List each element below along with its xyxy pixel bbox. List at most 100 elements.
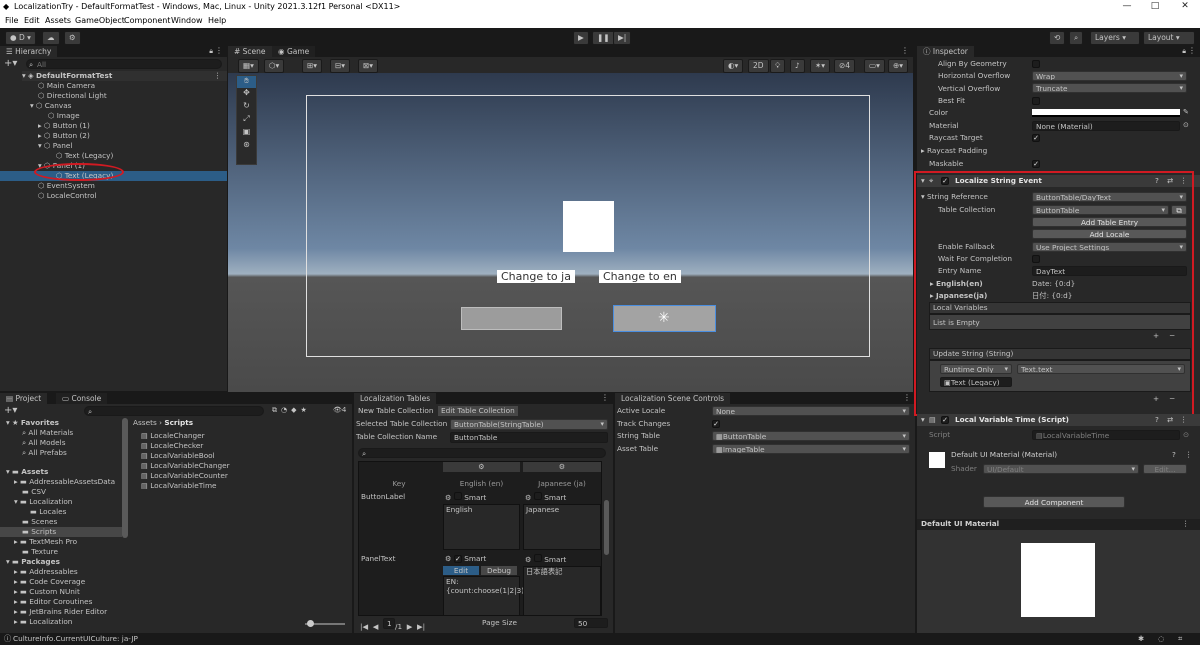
smart-checkbox[interactable] xyxy=(533,492,542,500)
camera-dropdown[interactable]: ▭▾ xyxy=(864,59,885,73)
folder-item[interactable]: ▸ ▬ TextMesh Pro xyxy=(14,537,77,547)
key-column-header[interactable]: Key xyxy=(359,479,439,489)
smart-checkbox[interactable] xyxy=(453,492,462,500)
ja-column-header[interactable]: Japanese (ja) xyxy=(523,479,601,489)
en-smart-toggle[interactable]: ⚙ Smart xyxy=(445,492,486,503)
preview-header[interactable]: Default UI Material ⋮ xyxy=(917,519,1200,530)
audio-toggle-icon[interactable]: ♪ xyxy=(790,59,805,73)
assets-header[interactable]: ▾ ▬ Assets xyxy=(6,467,48,477)
slider-thumb[interactable] xyxy=(307,620,314,627)
active-locale-dropdown[interactable]: None xyxy=(712,406,910,416)
increment-dropdown[interactable]: ⊠▾ xyxy=(358,59,379,73)
hierarchy-item-panel[interactable]: ▾ ⬡ Panel xyxy=(38,141,72,151)
favorite-item[interactable]: ⌕ All Models xyxy=(22,438,66,448)
first-page-icon[interactable]: |◀ xyxy=(360,622,368,631)
layout-dropdown[interactable]: Layout ▾ xyxy=(1143,31,1195,45)
table-name-input[interactable]: ButtonTable xyxy=(450,432,608,443)
icon-size-slider[interactable] xyxy=(305,620,345,627)
local-variable-time-header[interactable]: ▾ ▤ ✓ Local Variable Time (Script) ? ⇄ ⋮ xyxy=(917,414,1200,426)
transform-tool-icon[interactable]: ⊛ xyxy=(237,140,256,153)
tab-scene[interactable]: # Scene xyxy=(228,46,272,57)
selected-table-dropdown[interactable]: ButtonTable(StringTable) xyxy=(450,419,608,430)
table-scrollbar[interactable] xyxy=(604,500,609,555)
hierarchy-search-input[interactable]: ⌕ All xyxy=(26,59,222,69)
hierarchy-item-eventsystem[interactable]: ⬡ EventSystem xyxy=(38,181,95,191)
grid-dropdown[interactable]: ⊞▾ xyxy=(302,59,323,73)
rotate-tool-icon[interactable]: ↻ xyxy=(237,101,256,114)
filter-icons[interactable]: ⧉◔◆★ xyxy=(272,406,311,415)
script-file[interactable]: ▤ LocalVariableChanger xyxy=(141,461,230,471)
snap-dropdown[interactable]: ⊟▾ xyxy=(330,59,351,73)
tab-game[interactable]: ◉ Game xyxy=(272,46,316,57)
ja-smart-toggle[interactable]: ⚙ Smart xyxy=(525,492,566,503)
create-plus-icon[interactable]: +▾ xyxy=(4,405,17,416)
menu-edit[interactable]: Edit xyxy=(24,16,40,25)
string-table-dropdown[interactable]: ▦ButtonTable xyxy=(712,431,910,441)
en-cell[interactable]: English xyxy=(443,504,520,550)
script-file[interactable]: ▤ LocaleChanger xyxy=(141,431,205,441)
package-item[interactable]: ▸ ▬ Addressables xyxy=(14,567,78,577)
tab-inspector[interactable]: ⓘ Inspector xyxy=(917,46,974,57)
effects-dropdown[interactable]: ✶▾ xyxy=(810,59,831,73)
shading-dropdown[interactable]: ◐▾ xyxy=(723,59,744,73)
smart-checkbox[interactable] xyxy=(533,554,542,562)
layers-dropdown[interactable]: Layers ▾ xyxy=(1090,31,1140,45)
key-cell[interactable]: PanelText xyxy=(361,554,395,564)
scene-view[interactable]: ✋︎ ✥ ↻ ⤢ ▣ ⊛ Change to ja Change to en ✳ xyxy=(228,73,913,392)
pause-button[interactable]: ❚❚ xyxy=(592,31,615,45)
folder-item[interactable]: ▬ Locales xyxy=(30,507,66,517)
folder-item[interactable]: ▾ ▬ Localization xyxy=(14,497,72,507)
ja-cell[interactable]: Japanese xyxy=(523,504,601,550)
project-search-input[interactable]: ⌕ xyxy=(84,406,264,416)
bug-icon[interactable]: ✱ xyxy=(1138,634,1144,644)
hierarchy-item-image[interactable]: ⬡ Image xyxy=(48,111,80,121)
folder-item[interactable]: ▸ ▬ AddressableAssetsData xyxy=(14,477,115,487)
collab-icon[interactable]: ⚙ xyxy=(64,31,81,45)
hierarchy-item-main-camera[interactable]: ⬡ Main Camera xyxy=(38,81,95,91)
vertical-overflow-dropdown[interactable]: Truncate xyxy=(1032,83,1187,93)
folder-item[interactable]: ▬ Scenes xyxy=(22,517,57,527)
last-page-icon[interactable]: ▶| xyxy=(417,622,425,631)
track-changes-checkbox[interactable]: ✓ xyxy=(712,420,720,428)
add-component-button[interactable]: Add Component xyxy=(983,496,1125,508)
foldout-arrow-icon[interactable]: ▾ xyxy=(921,415,925,425)
package-item[interactable]: ▸ ▬ JetBrains Rider Editor xyxy=(14,607,107,617)
package-item[interactable]: ▸ ▬ Localization xyxy=(14,617,72,627)
mode-2d-toggle[interactable]: 2D xyxy=(748,59,769,73)
kebab-menu-icon[interactable]: ⋮ xyxy=(1185,450,1192,460)
account-dropdown[interactable]: ● D ▾ xyxy=(5,31,36,45)
hidden-packages-count[interactable]: 👁︎4 xyxy=(333,406,346,414)
kebab-menu-icon[interactable]: ⋮ xyxy=(215,46,223,55)
page-size-input[interactable]: 50 xyxy=(574,618,608,628)
hierarchy-item-scene[interactable]: ▾ ◈ DefaultFormatTest ⋮ xyxy=(22,71,227,81)
hierarchy-item-button-2[interactable]: ▸ ⬡ Button (2) xyxy=(38,131,90,141)
kebab-menu-icon[interactable]: ⋮ xyxy=(901,46,909,55)
script-file[interactable]: ▤ LocalVariableTime xyxy=(141,481,217,491)
selected-panel-element[interactable]: ✳ xyxy=(613,305,716,332)
menu-file[interactable]: File xyxy=(5,16,18,25)
step-button[interactable]: ▶| xyxy=(613,31,632,45)
best-fit-checkbox[interactable] xyxy=(1032,97,1040,105)
package-item[interactable]: ▸ ▬ Code Coverage xyxy=(14,577,85,587)
raycast-padding-foldout[interactable]: ▸ Raycast Padding xyxy=(921,146,987,156)
cloud-icon[interactable]: ☁ xyxy=(42,31,60,45)
folder-item[interactable]: ▬ Texture xyxy=(22,547,58,557)
network-icon[interactable]: ⌗ xyxy=(1178,634,1182,644)
material-field[interactable]: None (Material) xyxy=(1032,121,1180,131)
package-item[interactable]: ▸ ▬ Editor Coroutines xyxy=(14,597,92,607)
script-file[interactable]: ▤ LocalVariableCounter xyxy=(141,471,228,481)
edit-tab[interactable]: Edit xyxy=(443,566,479,575)
help-icon[interactable]: ? xyxy=(1172,450,1176,460)
hierarchy-item-localecontrol[interactable]: ⬡ LocaleControl xyxy=(38,191,96,201)
minimize-button[interactable]: — xyxy=(1120,1,1134,11)
lighting-toggle-icon[interactable]: 💡︎ xyxy=(770,59,786,73)
kebab-menu-icon[interactable]: ⋮ xyxy=(1182,519,1189,529)
hierarchy-item-canvas[interactable]: ▾ ⬡ Canvas xyxy=(30,101,71,111)
kebab-menu-icon[interactable]: ⋮ xyxy=(601,393,609,402)
scale-tool-icon[interactable]: ⤢ xyxy=(237,114,256,127)
color-swatch[interactable] xyxy=(1032,109,1180,117)
play-button[interactable]: ▶ xyxy=(573,31,589,45)
menu-assets[interactable]: Assets xyxy=(45,16,71,25)
maximize-button[interactable]: □ xyxy=(1148,1,1162,11)
horizontal-overflow-dropdown[interactable]: Wrap xyxy=(1032,71,1187,81)
